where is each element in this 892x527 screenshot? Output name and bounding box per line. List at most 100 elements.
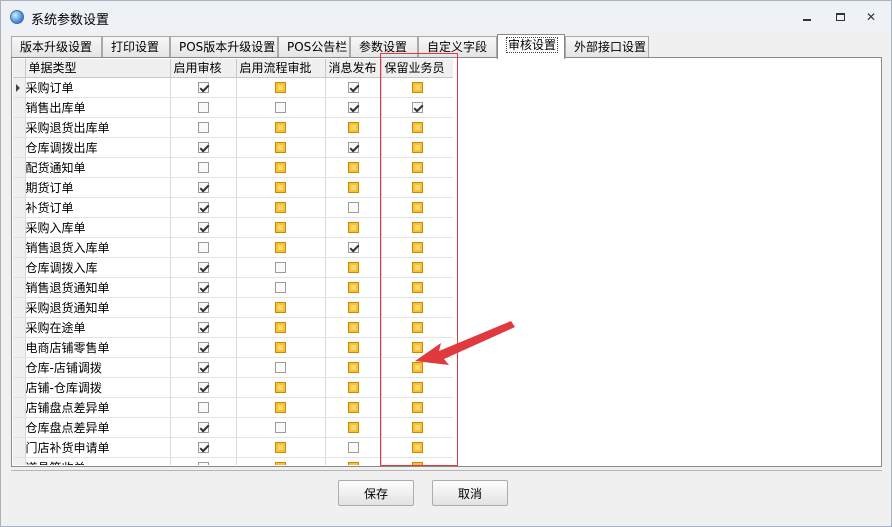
- message-publish-toggle[interactable]: [347, 262, 359, 273]
- keep-salesperson-toggle[interactable]: [411, 442, 423, 453]
- enable-flow-checkbox[interactable]: [275, 102, 286, 113]
- keep-salesperson-toggle[interactable]: [411, 82, 423, 93]
- enable-audit-checkbox[interactable]: [197, 82, 209, 93]
- table-row[interactable]: 采购在途单: [13, 317, 453, 338]
- row-indicator[interactable]: [13, 117, 26, 138]
- table-row[interactable]: 期货订单: [13, 177, 453, 198]
- enable-audit-checkbox[interactable]: [197, 162, 209, 173]
- enable-flow-toggle[interactable]: [275, 342, 286, 353]
- row-indicator[interactable]: [13, 217, 26, 238]
- message-publish-checkbox[interactable]: [347, 442, 359, 453]
- enable-flow-toggle[interactable]: [275, 462, 286, 465]
- tab-audit-settings[interactable]: 审核设置: [497, 34, 565, 59]
- enable-flow-toggle[interactable]: [275, 302, 286, 313]
- table-row[interactable]: 销售出库单: [13, 97, 453, 118]
- table-row[interactable]: 采购退货出库单: [13, 117, 453, 138]
- keep-salesperson-toggle[interactable]: [411, 202, 423, 213]
- keep-salesperson-toggle[interactable]: [411, 242, 423, 253]
- tab-external-interface[interactable]: 外部接口设置: [565, 36, 649, 58]
- enable-flow-toggle[interactable]: [275, 122, 286, 133]
- column-header-enable-audit[interactable]: 启用审核: [170, 59, 237, 78]
- row-indicator[interactable]: [13, 417, 26, 438]
- enable-flow-toggle[interactable]: [275, 442, 286, 453]
- column-header-enable-flow[interactable]: 启用流程审批: [236, 59, 326, 78]
- table-row[interactable]: 销售退货通知单: [13, 277, 453, 298]
- close-button[interactable]: ✕: [860, 7, 882, 27]
- enable-flow-toggle[interactable]: [275, 142, 286, 153]
- enable-flow-checkbox[interactable]: [275, 262, 286, 273]
- message-publish-checkbox[interactable]: [347, 202, 359, 213]
- message-publish-checkbox[interactable]: [347, 142, 359, 153]
- keep-salesperson-checkbox[interactable]: [411, 102, 423, 113]
- row-indicator[interactable]: [13, 177, 26, 198]
- table-row[interactable]: 电商店铺零售单: [13, 337, 453, 358]
- enable-flow-toggle[interactable]: [275, 82, 286, 93]
- enable-flow-toggle[interactable]: [275, 222, 286, 233]
- message-publish-toggle[interactable]: [347, 462, 359, 465]
- row-indicator[interactable]: [13, 257, 26, 278]
- enable-flow-toggle[interactable]: [275, 382, 286, 393]
- table-row[interactable]: 仓库盘点差异单: [13, 417, 453, 438]
- enable-flow-toggle[interactable]: [275, 202, 286, 213]
- enable-audit-checkbox[interactable]: [197, 242, 209, 253]
- message-publish-checkbox[interactable]: [347, 102, 359, 113]
- row-indicator[interactable]: [13, 277, 26, 298]
- maximize-button[interactable]: [829, 7, 851, 27]
- table-row[interactable]: 店铺盘点差异单: [13, 397, 453, 418]
- table-row[interactable]: 仓库-店铺调拨: [13, 357, 453, 378]
- table-row[interactable]: 仓库调拨入库: [13, 257, 453, 278]
- row-indicator[interactable]: [13, 197, 26, 218]
- keep-salesperson-toggle[interactable]: [411, 142, 423, 153]
- enable-flow-toggle[interactable]: [275, 182, 286, 193]
- enable-audit-checkbox[interactable]: [197, 422, 209, 433]
- enable-audit-checkbox[interactable]: [197, 182, 209, 193]
- keep-salesperson-toggle[interactable]: [411, 402, 423, 413]
- message-publish-toggle[interactable]: [347, 322, 359, 333]
- enable-audit-checkbox[interactable]: [197, 222, 209, 233]
- table-row[interactable]: 店铺-仓库调拨: [13, 377, 453, 398]
- column-header-keep-salesperson[interactable]: 保留业务员: [381, 59, 453, 78]
- row-indicator[interactable]: [13, 157, 26, 178]
- enable-flow-checkbox[interactable]: [275, 422, 286, 433]
- row-indicator[interactable]: [13, 337, 26, 358]
- message-publish-toggle[interactable]: [347, 362, 359, 373]
- enable-audit-checkbox[interactable]: [197, 262, 209, 273]
- row-indicator[interactable]: [13, 317, 26, 338]
- keep-salesperson-toggle[interactable]: [411, 162, 423, 173]
- row-indicator[interactable]: [13, 97, 26, 118]
- tab-pos-upgrade[interactable]: POS版本升级设置: [170, 36, 278, 58]
- message-publish-toggle[interactable]: [347, 422, 359, 433]
- enable-flow-toggle[interactable]: [275, 402, 286, 413]
- enable-audit-checkbox[interactable]: [197, 282, 209, 293]
- row-indicator[interactable]: [13, 457, 26, 465]
- keep-salesperson-toggle[interactable]: [411, 122, 423, 133]
- enable-flow-toggle[interactable]: [275, 162, 286, 173]
- keep-salesperson-toggle[interactable]: [411, 362, 423, 373]
- enable-flow-checkbox[interactable]: [275, 282, 286, 293]
- table-row[interactable]: 采购退货通知单: [13, 297, 453, 318]
- keep-salesperson-toggle[interactable]: [411, 222, 423, 233]
- enable-audit-checkbox[interactable]: [197, 342, 209, 353]
- message-publish-toggle[interactable]: [347, 402, 359, 413]
- message-publish-checkbox[interactable]: [347, 82, 359, 93]
- minimize-button[interactable]: [796, 7, 818, 27]
- table-row[interactable]: 采购订单: [13, 77, 453, 98]
- keep-salesperson-toggle[interactable]: [411, 302, 423, 313]
- keep-salesperson-toggle[interactable]: [411, 342, 423, 353]
- row-indicator[interactable]: [13, 77, 26, 98]
- message-publish-toggle[interactable]: [347, 182, 359, 193]
- enable-audit-checkbox[interactable]: [197, 302, 209, 313]
- message-publish-toggle[interactable]: [347, 162, 359, 173]
- keep-salesperson-toggle[interactable]: [411, 182, 423, 193]
- enable-audit-checkbox[interactable]: [197, 202, 209, 213]
- keep-salesperson-toggle[interactable]: [411, 462, 423, 465]
- tab-parameters[interactable]: 参数设置: [350, 36, 418, 58]
- save-button[interactable]: 保存: [338, 480, 414, 506]
- table-row[interactable]: 销售退货入库单: [13, 237, 453, 258]
- table-row[interactable]: 补货订单: [13, 197, 453, 218]
- message-publish-toggle[interactable]: [347, 282, 359, 293]
- enable-audit-checkbox[interactable]: [197, 122, 209, 133]
- row-indicator[interactable]: [13, 137, 26, 158]
- table-row[interactable]: 采购入库单: [13, 217, 453, 238]
- enable-audit-checkbox[interactable]: [197, 102, 209, 113]
